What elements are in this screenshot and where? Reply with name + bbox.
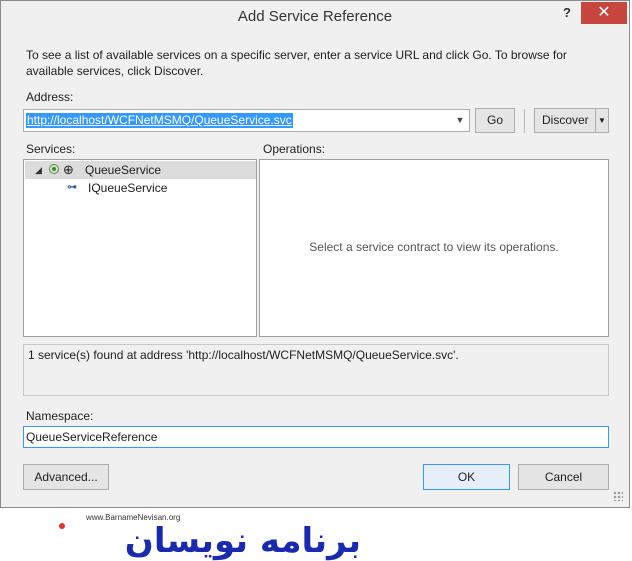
help-button[interactable]: ? bbox=[557, 4, 577, 22]
barnamenevisan-logo: www.BarnameNevisan.org برنامه نویسان bbox=[59, 513, 361, 561]
title-bar: Add Service Reference ? ✕ bbox=[1, 1, 629, 33]
operations-placeholder: Select a service contract to view its op… bbox=[309, 240, 559, 254]
chevron-down-icon[interactable]: ▼ bbox=[453, 112, 467, 129]
address-input-value[interactable]: http://localhost/WCFNetMSMQ/QueueService… bbox=[26, 113, 293, 128]
tree-item-queueservice[interactable]: ◢ ⊕ QueueService bbox=[25, 161, 256, 179]
intro-text: To see a list of available services on a… bbox=[26, 48, 567, 78]
discover-dropdown-arrow-icon[interactable]: ▼ bbox=[595, 109, 608, 132]
logo-dot-icon bbox=[59, 523, 65, 529]
discover-button[interactable]: Discover ▼ bbox=[534, 108, 609, 133]
services-tree[interactable]: ◢ ⊕ QueueService ⊶ IQueueService bbox=[23, 159, 257, 337]
tree-item-label: IQueueService bbox=[88, 181, 168, 195]
toolbar-separator bbox=[524, 109, 525, 133]
tree-item-label: QueueService bbox=[85, 163, 162, 177]
resize-grip-icon[interactable] bbox=[613, 491, 623, 501]
expand-triangle-icon[interactable]: ◢ bbox=[35, 161, 42, 179]
ok-button[interactable]: OK bbox=[423, 464, 510, 490]
add-service-reference-dialog: Add Service Reference ? ✕ To see a list … bbox=[0, 0, 630, 508]
close-button[interactable]: ✕ bbox=[581, 2, 627, 24]
interface-icon: ⊶ bbox=[67, 182, 77, 193]
namespace-input-value[interactable]: QueueServiceReference bbox=[26, 430, 157, 444]
namespace-label: Namespace: bbox=[26, 409, 94, 423]
service-endpoint-icon bbox=[49, 164, 59, 174]
namespace-input[interactable]: QueueServiceReference bbox=[23, 426, 609, 448]
services-label: Services: bbox=[26, 142, 76, 156]
go-button[interactable]: Go bbox=[475, 108, 515, 133]
logo-text: برنامه نویسان bbox=[125, 521, 361, 561]
dialog-title: Add Service Reference bbox=[237, 8, 393, 25]
advanced-button[interactable]: Advanced... bbox=[23, 464, 109, 490]
discover-label: Discover bbox=[542, 113, 589, 127]
globe-icon: ⊕ bbox=[63, 162, 74, 177]
address-combobox[interactable]: http://localhost/WCFNetMSMQ/QueueService… bbox=[23, 109, 470, 132]
operations-label: Operations: bbox=[263, 142, 326, 156]
status-area: 1 service(s) found at address 'http://lo… bbox=[23, 344, 609, 396]
operations-list[interactable]: Select a service contract to view its op… bbox=[259, 159, 609, 337]
cancel-button[interactable]: Cancel bbox=[518, 464, 609, 490]
status-text: 1 service(s) found at address 'http://lo… bbox=[28, 348, 459, 362]
address-label: Address: bbox=[26, 90, 74, 104]
